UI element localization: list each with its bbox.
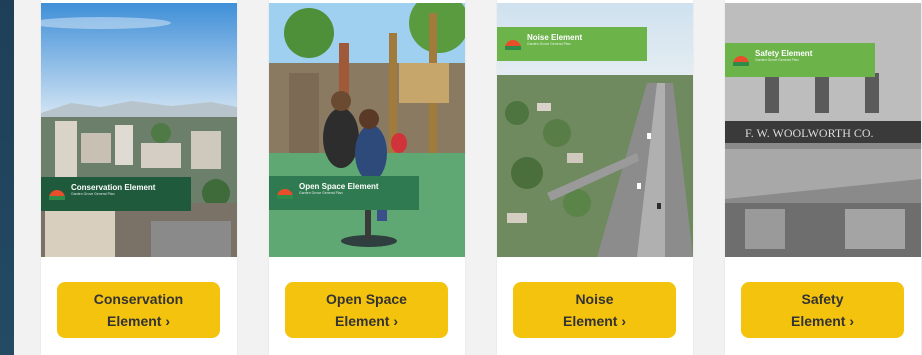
- open-space-element-button[interactable]: Open Space Element ›: [285, 282, 448, 338]
- cover-title-band: Conservation Element Garden Grove Genera…: [41, 177, 191, 211]
- button-label-line2: Element ›: [106, 313, 171, 329]
- cover-image-open-space[interactable]: Open Space Element Garden Grove General …: [269, 3, 465, 257]
- element-cards-row: Conservation Element Garden Grove Genera…: [14, 0, 922, 355]
- general-plan-logo-icon: [733, 56, 749, 66]
- button-label-line1: Conservation: [93, 291, 184, 307]
- chevron-right-icon: ›: [165, 313, 171, 329]
- button-label-line2: Element ›: [790, 313, 855, 329]
- button-label-line2: Element ›: [562, 313, 627, 329]
- cover-title: Safety Element: [755, 49, 813, 58]
- conservation-element-button[interactable]: Conservation Element ›: [57, 282, 220, 338]
- cover-image-safety[interactable]: F. W. WOOLWORTH CO. Safety Element Garde…: [725, 3, 921, 257]
- noise-element-button[interactable]: Noise Element ›: [513, 282, 676, 338]
- general-plan-logo-icon: [49, 190, 65, 200]
- button-label-line1: Safety: [801, 291, 844, 307]
- cover-image-conservation[interactable]: Conservation Element Garden Grove Genera…: [41, 3, 237, 257]
- card-open-space: Open Space Element Garden Grove General …: [269, 0, 465, 355]
- cover-image-noise[interactable]: Noise Element Garden Grove General Plan: [497, 3, 693, 257]
- card-conservation: Conservation Element Garden Grove Genera…: [41, 0, 237, 355]
- cover-subtitle: Garden Grove General Plan: [527, 42, 571, 46]
- left-nav-rail: [0, 0, 14, 355]
- general-plan-logo-icon: [277, 189, 293, 199]
- cover-subtitle: Garden Grove General Plan: [755, 58, 799, 62]
- cover-title-band: Noise Element Garden Grove General Plan: [497, 27, 647, 61]
- chevron-right-icon: ›: [393, 313, 399, 329]
- cover-title: Open Space Element: [299, 182, 379, 191]
- cover-title: Noise Element: [527, 33, 583, 42]
- general-plan-logo-icon: [505, 40, 521, 50]
- safety-element-button[interactable]: Safety Element ›: [741, 282, 904, 338]
- card-safety: F. W. WOOLWORTH CO. Safety Element Garde…: [725, 0, 921, 355]
- cover-title-band: Open Space Element Garden Grove General …: [269, 176, 419, 210]
- chevron-right-icon: ›: [621, 313, 627, 329]
- chevron-right-icon: ›: [849, 313, 855, 329]
- svg-text:F. W. WOOLWORTH CO.: F. W. WOOLWORTH CO.: [745, 126, 874, 140]
- button-label-line2: Element ›: [334, 313, 399, 329]
- cover-subtitle: Garden Grove General Plan: [71, 192, 115, 196]
- cover-title: Conservation Element: [71, 183, 156, 192]
- cover-subtitle: Garden Grove General Plan: [299, 191, 343, 195]
- button-label-line1: Open Space: [326, 291, 407, 307]
- cover-title-band: Safety Element Garden Grove General Plan: [725, 43, 875, 77]
- button-label-line1: Noise: [575, 291, 614, 307]
- card-noise: Noise Element Garden Grove General Plan …: [497, 0, 693, 355]
